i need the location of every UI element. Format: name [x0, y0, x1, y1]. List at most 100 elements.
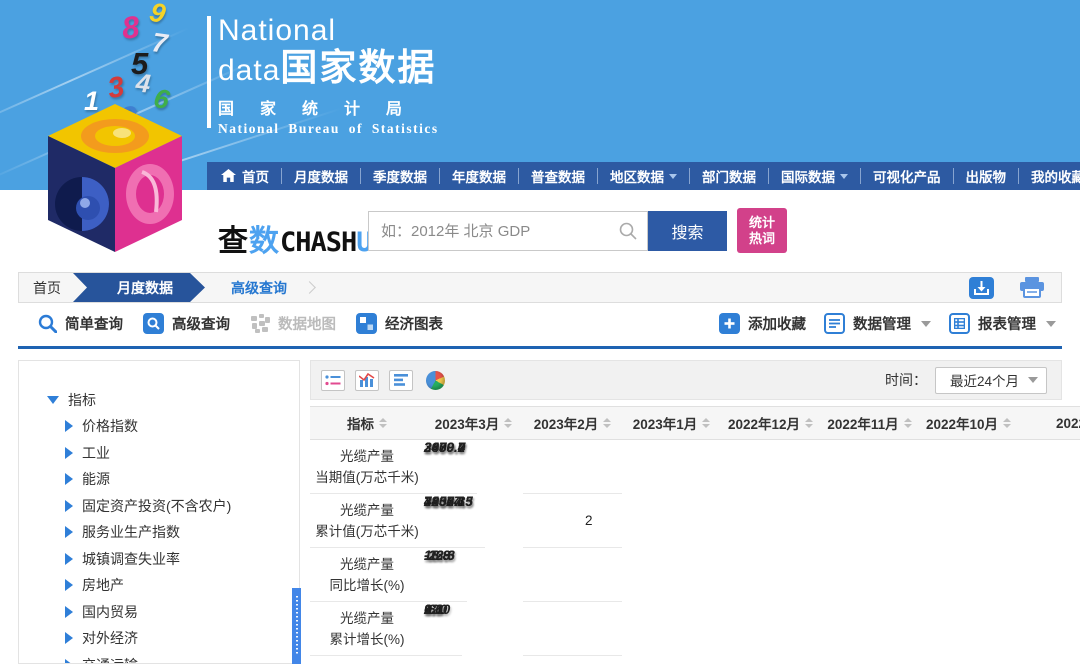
data-map-button[interactable]: 数据地图	[250, 313, 336, 334]
search-icon	[619, 222, 637, 240]
col-header-2023-03[interactable]: 2023年3月	[424, 406, 523, 440]
cell-value: 12.0	[424, 602, 463, 656]
manage-actions: 添加收藏 数据管理 报表管理	[715, 313, 1062, 334]
breadcrumb-actions	[969, 273, 1061, 302]
report-manage-button[interactable]: 报表管理	[949, 313, 1056, 334]
nav-item-annual-data[interactable]: 年度数据	[439, 168, 518, 185]
table-header-row: 指标 2023年3月 2023年2月 2023年1月 2022年12月 2022…	[310, 406, 1080, 440]
sort-icon[interactable]	[903, 418, 912, 428]
cell-value	[523, 601, 622, 656]
pie-view-icon[interactable]	[423, 370, 447, 391]
time-filter-label: 时间：	[885, 372, 927, 388]
triangle-right-icon	[65, 446, 73, 459]
row-label: 光缆产量 累计增长(%)	[310, 601, 424, 656]
download-icon[interactable]	[969, 276, 994, 299]
tree-item-transportation[interactable]: 交通运输	[65, 652, 299, 663]
triangle-right-icon	[65, 658, 73, 663]
decor-number: 7	[150, 27, 170, 59]
tree-item-domestic-trade[interactable]: 国内贸易	[65, 599, 299, 626]
triangle-right-icon	[65, 473, 73, 486]
col-header-2022-12[interactable]: 2022年12月	[721, 406, 820, 440]
bar-chart-view-icon[interactable]	[355, 369, 379, 391]
tree-item-service-production[interactable]: 服务业生产指数	[65, 519, 299, 546]
data-manage-button[interactable]: 数据管理	[824, 313, 931, 334]
tree-item-energy[interactable]: 能源	[65, 466, 299, 493]
col-header-2023-01[interactable]: 2023年1月	[622, 406, 721, 440]
nav-item-my-favorites[interactable]: 我的收藏	[1018, 168, 1080, 185]
search-button[interactable]: 搜索	[648, 211, 727, 251]
brand-line1: National	[218, 14, 337, 47]
panel-splitter-handle[interactable]	[292, 588, 301, 664]
triangle-right-icon	[65, 526, 73, 539]
tree-item-foreign-economy[interactable]: 对外经济	[65, 625, 299, 652]
indicator-sidebar: 指标 价格指数 工业 能源 固定资产投资(不含农户) 服务业生产指数 城镇调查失…	[18, 360, 300, 664]
nav-item-home[interactable]: 首页	[207, 168, 281, 185]
indicator-tree: 指标 价格指数 工业 能源 固定资产投资(不含农户) 服务业生产指数 城镇调查失…	[19, 361, 299, 663]
add-favorite-button[interactable]: 添加收藏	[719, 313, 806, 334]
sort-icon[interactable]	[603, 418, 612, 428]
simple-query-button[interactable]: 简单查询	[38, 313, 123, 334]
table-row: 光缆产量 累计增长(%) 2.1 -8.0 6.6 9.3 12.0	[310, 601, 1080, 656]
search-input[interactable]	[369, 222, 619, 240]
sort-icon[interactable]	[1003, 418, 1012, 428]
row-label: 光缆产量 当期值(万芯千米)	[310, 439, 424, 494]
col-header-2023-02[interactable]: 2023年2月	[523, 406, 622, 440]
plus-icon	[719, 313, 740, 334]
time-range-select[interactable]: 最近24个月	[935, 366, 1047, 394]
tree-item-industry[interactable]: 工业	[65, 440, 299, 467]
top-nav: 首页 月度数据 季度数据 年度数据 普查数据 地区数据 部门数据 国际数据 可视…	[207, 162, 1080, 190]
triangle-right-icon	[65, 632, 73, 645]
hbar-view-icon[interactable]	[389, 369, 413, 391]
sort-icon[interactable]	[379, 418, 387, 428]
nav-item-census-data[interactable]: 普查数据	[518, 168, 597, 185]
nav-item-visual-products[interactable]: 可视化产品	[860, 168, 953, 185]
table-view-icon[interactable]	[321, 369, 345, 391]
tree-root-indicator[interactable]: 指标	[47, 387, 299, 413]
col-header-clipped[interactable]: 2022	[1018, 406, 1080, 440]
col-header-indicator[interactable]: 指标	[310, 406, 424, 440]
chashu-logo: 查数 CHASH U	[218, 225, 373, 258]
nav-item-monthly-data[interactable]: 月度数据	[281, 168, 360, 185]
sort-icon[interactable]	[805, 418, 814, 428]
cell-value: 2959.4	[424, 440, 478, 494]
nav-item-international-data[interactable]: 国际数据	[768, 168, 860, 185]
advanced-search-icon	[143, 313, 164, 334]
breadcrumb-advanced-query[interactable]: 高级查询	[205, 273, 313, 302]
cube-logo: 9 8 7 5 3 4 1 6 2	[28, 0, 218, 258]
col-header-2022-10[interactable]: 2022年10月	[919, 406, 1018, 440]
tree-item-urban-unemployment[interactable]: 城镇调查失业率	[65, 546, 299, 573]
decor-number: 8	[120, 9, 141, 46]
home-icon	[221, 169, 236, 182]
advanced-query-button[interactable]: 高级查询	[143, 313, 230, 334]
tree-item-fixed-investment[interactable]: 固定资产投资(不含农户)	[65, 493, 299, 520]
table-row: 光缆产量 当期值(万芯千米) 3609.7 2430.0 2670.2 2959.…	[310, 439, 1080, 494]
tree-item-real-estate[interactable]: 房地产	[65, 572, 299, 599]
cell-value: 16.9	[424, 548, 463, 602]
data-manage-icon	[824, 313, 845, 334]
triangle-right-icon	[65, 579, 73, 592]
sort-icon[interactable]	[504, 418, 513, 428]
nav-item-quarterly-data[interactable]: 季度数据	[360, 168, 439, 185]
cell-value	[523, 547, 622, 602]
print-icon[interactable]	[1019, 276, 1045, 299]
report-manage-icon	[949, 313, 970, 334]
breadcrumb-monthly-data[interactable]: 月度数据	[73, 273, 205, 302]
breadcrumb-home[interactable]: 首页	[19, 273, 87, 302]
decor-number: 9	[146, 0, 169, 30]
data-map-icon	[251, 314, 270, 333]
triangle-right-icon	[65, 552, 73, 565]
hot-words-button[interactable]: 统计 热词	[737, 208, 787, 253]
sort-icon[interactable]	[702, 418, 711, 428]
economic-chart-button[interactable]: 经济图表	[356, 313, 443, 334]
site-logo: National data国家数据 国家统计局 National Bureau …	[218, 14, 439, 137]
view-toolbar: 时间： 最近24个月	[310, 360, 1062, 400]
col-header-2022-11[interactable]: 2022年11月	[820, 406, 919, 440]
triangle-right-icon	[65, 420, 73, 433]
nav-item-department-data[interactable]: 部门数据	[689, 168, 768, 185]
agency-name-en: National Bureau of Statistics	[218, 121, 439, 136]
breadcrumb: 首页 月度数据 高级查询	[18, 272, 1062, 303]
nav-item-regional-data[interactable]: 地区数据	[597, 168, 689, 185]
decor-number: 4	[134, 67, 153, 99]
tree-item-price-index[interactable]: 价格指数	[65, 413, 299, 440]
nav-item-publications[interactable]: 出版物	[952, 168, 1019, 185]
